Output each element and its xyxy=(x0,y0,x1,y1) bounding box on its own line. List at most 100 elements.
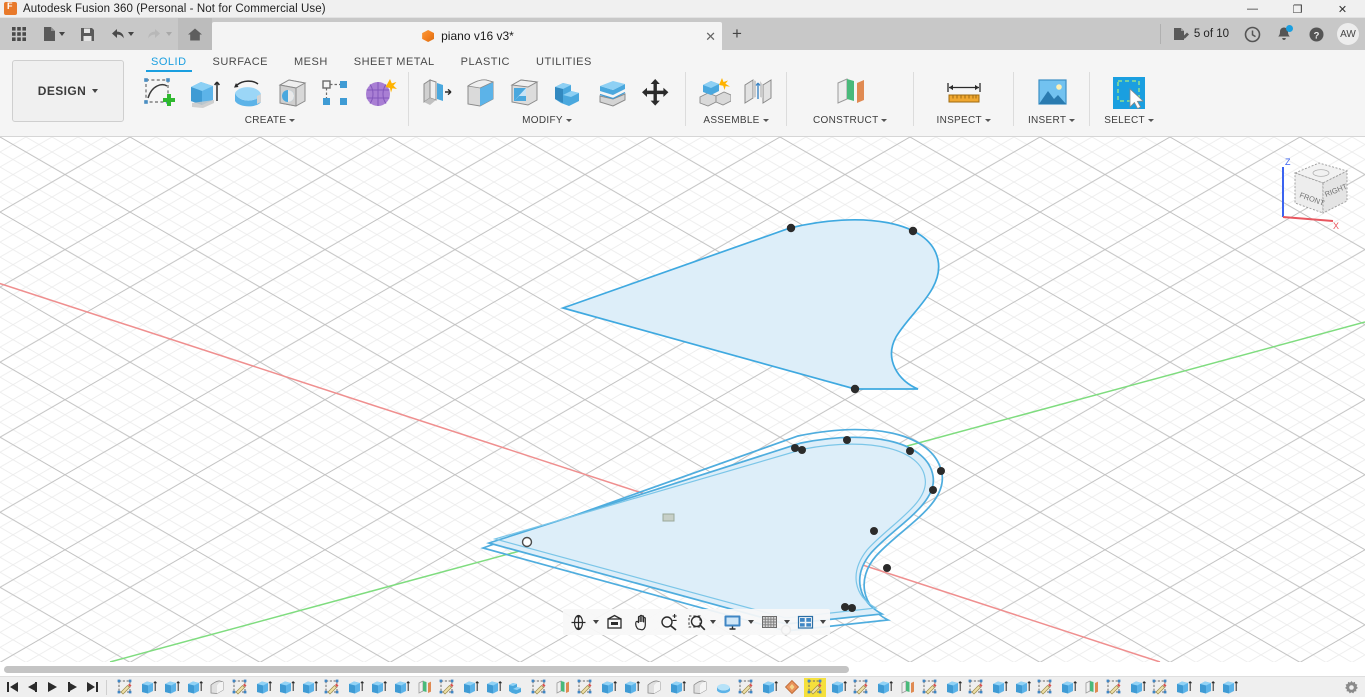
step-forward-icon[interactable] xyxy=(66,681,79,694)
joint-icon[interactable] xyxy=(736,72,780,114)
timeline-feature-fillet[interactable] xyxy=(206,678,228,697)
timeline-feature-extrude[interactable] xyxy=(597,678,619,697)
timeline-feature-appearance[interactable] xyxy=(781,678,803,697)
orbit-icon[interactable] xyxy=(567,609,590,635)
timeline-scrollbar-thumb[interactable] xyxy=(4,666,849,673)
group-label-inspect[interactable]: INSPECT xyxy=(936,114,991,126)
timeline-feature-plane[interactable] xyxy=(551,678,573,697)
view-cube[interactable]: Z X FRONT RIGHT xyxy=(1271,151,1357,231)
timeline-feature-sketch[interactable] xyxy=(1034,678,1056,697)
timeline-feature-extrude[interactable] xyxy=(620,678,642,697)
avatar[interactable]: AW xyxy=(1337,23,1359,45)
group-label-assemble[interactable]: ASSEMBLE xyxy=(703,114,769,126)
timeline-feature-extrude[interactable] xyxy=(873,678,895,697)
timeline-feature-extrude[interactable] xyxy=(1172,678,1194,697)
bell-icon[interactable] xyxy=(1269,18,1299,50)
timeline-feature-combine[interactable] xyxy=(505,678,527,697)
move-copy-icon[interactable] xyxy=(635,72,679,114)
timeline-feature-sketch[interactable] xyxy=(574,678,596,697)
close-tab-button[interactable]: ✕ xyxy=(705,30,716,43)
timeline-feature-sketch[interactable] xyxy=(321,678,343,697)
timeline-feature-sketch[interactable] xyxy=(850,678,872,697)
maximize-button[interactable]: ❐ xyxy=(1275,0,1320,18)
timeline-feature-sketch[interactable] xyxy=(114,678,136,697)
grid-snaps-icon[interactable] xyxy=(754,609,781,635)
timeline-feature-fillet[interactable] xyxy=(643,678,665,697)
play-icon[interactable] xyxy=(46,681,59,694)
timeline-feature-extrude[interactable] xyxy=(1057,678,1079,697)
timeline-feature-sketch[interactable] xyxy=(1103,678,1125,697)
insert-image-icon[interactable] xyxy=(1030,72,1074,114)
close-button[interactable]: ✕ xyxy=(1320,0,1365,18)
skip-start-icon[interactable] xyxy=(6,681,19,694)
tab-surface[interactable]: SURFACE xyxy=(200,56,281,72)
offset-face-icon[interactable] xyxy=(591,72,635,114)
group-label-construct[interactable]: CONSTRUCT xyxy=(813,114,888,126)
timeline-feature-sketch[interactable] xyxy=(965,678,987,697)
timeline-feature-sketch[interactable] xyxy=(436,678,458,697)
timeline-feature-extrude[interactable] xyxy=(137,678,159,697)
pan-icon[interactable] xyxy=(626,609,653,635)
measure-icon[interactable] xyxy=(942,72,986,114)
workspace-selector[interactable]: DESIGN xyxy=(12,60,124,122)
timeline-feature-plane[interactable] xyxy=(896,678,918,697)
look-at-icon[interactable] xyxy=(599,609,626,635)
document-tab[interactable]: piano v16 v3* ✕ xyxy=(212,22,722,50)
redo-icon[interactable] xyxy=(140,18,178,50)
timeline-feature-sketch[interactable] xyxy=(735,678,757,697)
new-file-icon[interactable] xyxy=(34,18,72,50)
timeline-feature-extrude[interactable] xyxy=(988,678,1010,697)
zoom-icon[interactable] xyxy=(653,609,681,635)
timeline-feature-extrude[interactable] xyxy=(298,678,320,697)
timeline-feature-sketch[interactable] xyxy=(229,678,251,697)
job-status[interactable]: 5 of 10 xyxy=(1167,27,1235,42)
clock-icon[interactable] xyxy=(1237,18,1267,50)
group-label-create[interactable]: CREATE xyxy=(245,114,296,126)
create-form-icon[interactable] xyxy=(358,72,402,114)
timeline-feature-sketch[interactable] xyxy=(1149,678,1171,697)
group-label-modify[interactable]: MODIFY xyxy=(522,114,572,126)
create-sketch-icon[interactable] xyxy=(138,72,182,114)
group-label-select[interactable]: SELECT xyxy=(1104,114,1154,126)
tab-mesh[interactable]: MESH xyxy=(281,56,341,72)
app-grid-icon[interactable] xyxy=(4,18,34,50)
offset-plane-icon[interactable] xyxy=(828,72,872,114)
shell-icon[interactable] xyxy=(503,72,547,114)
display-settings-icon[interactable] xyxy=(716,609,745,635)
timeline-feature-sketch[interactable] xyxy=(919,678,941,697)
timeline-feature-extrude[interactable] xyxy=(827,678,849,697)
tab-solid[interactable]: SOLID xyxy=(138,56,200,72)
timeline-feature-plane[interactable] xyxy=(1080,678,1102,697)
timeline-feature-plane[interactable] xyxy=(413,678,435,697)
timeline-feature-extrude[interactable] xyxy=(390,678,412,697)
press-pull-icon[interactable] xyxy=(415,72,459,114)
timeline-feature-revolve[interactable] xyxy=(712,678,734,697)
timeline-feature-extrude[interactable] xyxy=(160,678,182,697)
group-label-insert[interactable]: INSERT xyxy=(1028,114,1076,126)
rectangular-pattern-icon[interactable] xyxy=(314,72,358,114)
new-tab-button[interactable]: + xyxy=(722,18,752,50)
skip-end-icon[interactable] xyxy=(86,681,99,694)
timeline-feature-extrude[interactable] xyxy=(367,678,389,697)
timeline-feature-extrude[interactable] xyxy=(344,678,366,697)
timeline-feature-extrude[interactable] xyxy=(758,678,780,697)
chevron-down-icon[interactable] xyxy=(820,620,826,624)
home-icon[interactable] xyxy=(178,18,212,50)
timeline-feature-extrude[interactable] xyxy=(459,678,481,697)
new-component-icon[interactable] xyxy=(692,72,736,114)
extrude-icon[interactable] xyxy=(182,72,226,114)
timeline-feature-extrude[interactable] xyxy=(666,678,688,697)
tab-utilities[interactable]: UTILITIES xyxy=(523,56,605,72)
tab-sheet-metal[interactable]: SHEET METAL xyxy=(341,56,448,72)
zoom-window-icon[interactable] xyxy=(681,609,707,635)
timeline-feature-extrude[interactable] xyxy=(1126,678,1148,697)
viewport-canvas[interactable]: Z X FRONT RIGHT xyxy=(0,137,1365,662)
save-icon[interactable] xyxy=(72,18,102,50)
timeline-feature-extrude[interactable] xyxy=(482,678,504,697)
timeline-feature-extrude[interactable] xyxy=(942,678,964,697)
timeline-feature-fillet[interactable] xyxy=(689,678,711,697)
timeline-feature-extrude[interactable] xyxy=(252,678,274,697)
step-back-icon[interactable] xyxy=(26,681,39,694)
viewports-icon[interactable] xyxy=(790,609,817,635)
minimize-button[interactable]: — xyxy=(1230,0,1275,18)
